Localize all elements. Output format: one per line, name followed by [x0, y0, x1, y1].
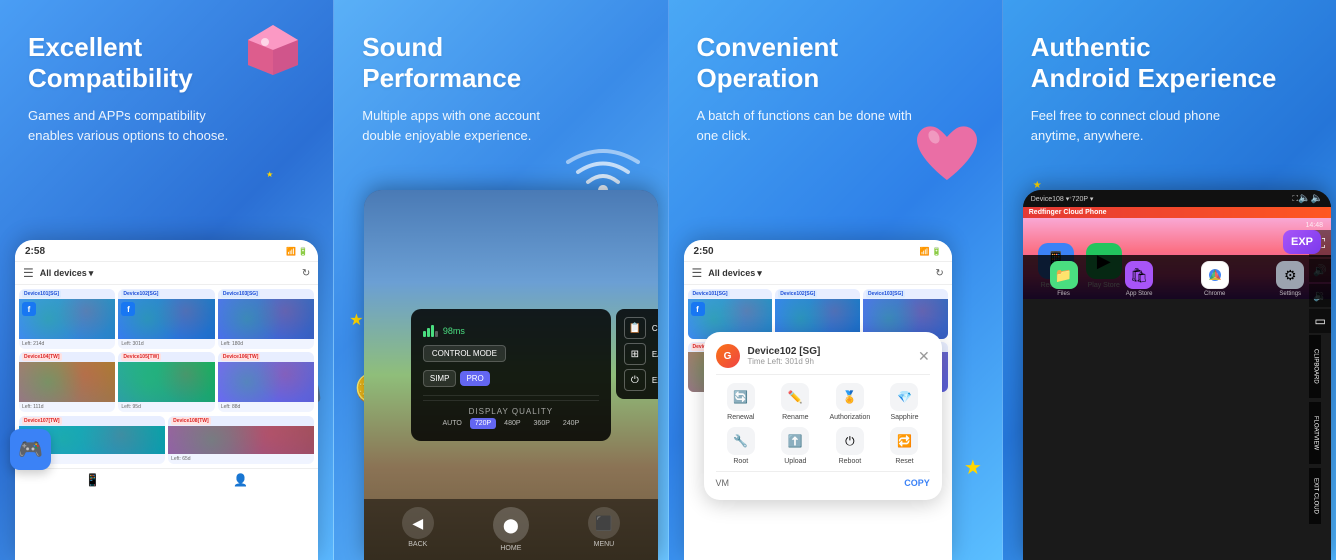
copy-button[interactable]: COPY — [904, 478, 930, 488]
phone-1-header: 2:58 📶🔋 — [15, 240, 318, 262]
ping-indicator: 98ms — [423, 325, 465, 337]
taskbar-apps: 📁 Files 🛍 App Store — [1027, 261, 1327, 297]
panel-2-title: Sound Performance — [362, 32, 639, 94]
phone-1-bottom-nav: 📱 👤 — [15, 468, 318, 491]
phone-1-status-icons: 📶🔋 — [286, 247, 308, 256]
star-p2-1: ★ — [349, 310, 363, 330]
cube-decoration — [243, 20, 303, 80]
popup-device-sub: Time Left: 301d 9h — [748, 357, 821, 366]
device-card-101sg[interactable]: Device101[SG] f Left: 214d — [19, 289, 115, 349]
android-top-bar: Device108 ▾ • 720P ▾ ⛶ 🔈 🔈 — [1023, 190, 1331, 207]
display-quality-label: DISPLAY QUALITY — [423, 405, 599, 418]
popup-footer: VM COPY — [716, 471, 930, 488]
back-nav[interactable]: ◀ BACK — [402, 507, 434, 552]
home-nav[interactable]: ⬤ HOME — [493, 507, 529, 552]
device-toolbar-3: ☰ All devices ▾ ↻ — [684, 262, 952, 285]
pro-btn[interactable]: PRO — [460, 371, 489, 386]
quality-360p[interactable]: 360P — [529, 418, 555, 429]
taskbar-appstore[interactable]: 🛍 App Store — [1102, 261, 1176, 297]
quality-720p[interactable]: 720P — [470, 418, 496, 429]
vm-label: VM — [716, 478, 730, 488]
action-sapphire[interactable]: 💎 Sapphire — [879, 383, 930, 421]
side-square[interactable]: ▭ — [1309, 309, 1331, 333]
redfinger-bar: Redfinger Cloud Phone — [1023, 207, 1331, 218]
clipboard-item[interactable]: 📋 CLIPBOARD — [624, 317, 658, 339]
device-card-104tw[interactable]: Device104[TW] Left: 111d — [19, 352, 115, 412]
popup-close-btn[interactable]: ✕ — [918, 348, 930, 365]
action-upload[interactable]: ⬆️ Upload — [770, 427, 821, 465]
action-authorization[interactable]: 🏅 Authorization — [825, 383, 876, 421]
refresh-icon-3[interactable]: ↻ — [935, 268, 943, 279]
menu-nav[interactable]: ⬛ MENU — [588, 507, 620, 552]
phone-1-time: 2:58 — [25, 246, 45, 257]
exitcloud-side-btn[interactable]: EXIT CLOUD — [1309, 468, 1321, 524]
control-mode-btn[interactable]: CONTROL MODE — [423, 345, 506, 362]
nav-controls: ◀ BACK ⬤ HOME ⬛ MENU — [364, 499, 657, 560]
action-root[interactable]: 🔧 Root — [716, 427, 767, 465]
panel-compatibility: ★ ★ ★ 🎮 Excellent Compatibility Games an… — [0, 0, 333, 560]
device-name-label[interactable]: Device108 ▾ — [1031, 195, 1070, 203]
floating-card-icon: 🎮 — [10, 429, 51, 470]
panel-4-subtitle: Feel free to connect cloud phone anytime… — [1031, 106, 1251, 145]
phone-3-header: 2:50 📶🔋 — [684, 240, 952, 262]
popup-header: G Device102 [SG] Time Left: 301d 9h ✕ — [716, 344, 930, 375]
star-decoration-3: ★ — [266, 170, 273, 179]
phone-3-status-icons: 📶🔋 — [920, 247, 942, 256]
phone-3-time: 2:50 — [694, 246, 714, 257]
quality-auto[interactable]: AUTO — [437, 418, 466, 429]
panel-1-subtitle: Games and APPs compatibility enables var… — [28, 106, 248, 145]
popup-actions-row1: 🔄 Renewal ✏️ Rename 🏅 Authorization 💎 Sa… — [716, 383, 930, 421]
phone-mockup-1: 2:58 📶🔋 ☰ All devices ▾ ↻ Device101[SG] … — [15, 240, 318, 560]
action-renewal[interactable]: 🔄 Renewal — [716, 383, 767, 421]
device-card-105tw[interactable]: Device105[TW] Left: 95d — [118, 352, 214, 412]
android-time: 14:48 — [1305, 222, 1323, 229]
device-grid-1: Device101[SG] f Left: 214d Device102[SG]… — [15, 285, 318, 416]
android-taskbar: 📁 Files 🛍 App Store — [1023, 255, 1331, 299]
device-toolbar-1: ☰ All devices ▾ ↻ — [15, 262, 318, 285]
device-popup-card: G Device102 [SG] Time Left: 301d 9h ✕ 🔄 … — [704, 332, 942, 500]
taskbar-chrome[interactable]: Chrome — [1178, 261, 1252, 297]
device-selector-3[interactable]: All devices ▾ — [708, 268, 762, 279]
panel-3-title: Convenient Operation — [697, 32, 974, 94]
android-status-bar: 14:48 — [1023, 218, 1331, 233]
action-rename[interactable]: ✏️ Rename — [770, 383, 821, 421]
taskbar-settings[interactable]: ⚙ Settings — [1253, 261, 1327, 297]
android-screen: 14:48 📱 Redfinger ▶ Play Store ⛶ 🔊 🔉 ▭ — [1023, 218, 1331, 299]
star-p3-1: ★ — [964, 455, 982, 480]
quality-480p[interactable]: 480P — [499, 418, 525, 429]
panel-3-subtitle: A batch of functions can be done with on… — [697, 106, 917, 145]
panel-4-title: Authentic Android Experience — [1031, 32, 1308, 94]
floatview-side-btn[interactable]: FLOATVIEW — [1309, 402, 1321, 464]
easy-switch-item[interactable]: ⊞ EASY SWITCH — [624, 343, 658, 365]
phone-mockup-3: 2:50 📶🔋 ☰ All devices ▾ ↻ Device101[SG] … — [684, 240, 952, 560]
resolution-label[interactable]: 720P ▾ — [1072, 195, 1094, 203]
taskbar-files[interactable]: 📁 Files — [1027, 261, 1101, 297]
action-reset[interactable]: 🔁 Reset — [879, 427, 930, 465]
game-screen: 98ms CONTROL MODE SIMP PRO 📋 CLIPBOARD — [364, 190, 657, 560]
panel-android: 📈 EXP ★ ★ Authentic Android Experience F… — [1002, 0, 1336, 560]
popup-actions-row2: 🔧 Root ⬆️ Upload ⏻ Reboot 🔁 Reset — [716, 427, 930, 465]
heart-decoration — [912, 120, 982, 190]
device-card-102sg[interactable]: Device102[SG] f Left: 301d — [118, 289, 214, 349]
action-reboot[interactable]: ⏻ Reboot — [825, 427, 876, 465]
panel-sound: ★ ★ 🪙 Sound Performance Multiple apps wi… — [333, 0, 667, 560]
device-card-103sg[interactable]: Device103[SG] Left: 180d — [218, 289, 314, 349]
panel-2-subtitle: Multiple apps with one account double en… — [362, 106, 582, 145]
popup-avatar: G — [716, 344, 740, 368]
refresh-icon-1[interactable]: ↻ — [302, 268, 310, 279]
quality-options: AUTO 720P 480P 360P 240P — [423, 418, 599, 429]
simp-btn[interactable]: SIMP — [423, 370, 457, 387]
exit-cloud-item[interactable]: ⏻ EXIT CLOUD — [624, 369, 658, 391]
exp-badge: EXP — [1283, 230, 1321, 254]
device-card-106tw[interactable]: Device106[TW] Left: 88d — [218, 352, 314, 412]
device-card-108tw[interactable]: Device108[TW] Left: 65d — [168, 416, 314, 464]
clipboard-side-btn[interactable]: CLIPBOARD — [1309, 335, 1321, 398]
panel-operation: ★ ★ Convenient Operation A batch of func… — [668, 0, 1002, 560]
game-overlay-menu: 98ms CONTROL MODE SIMP PRO 📋 CLIPBOARD — [411, 309, 611, 441]
device-selector-1[interactable]: All devices ▾ — [40, 268, 94, 279]
popup-device-name: Device102 [SG] — [748, 346, 821, 357]
quality-240p[interactable]: 240P — [558, 418, 584, 429]
game-phone-mockup: 98ms CONTROL MODE SIMP PRO 📋 CLIPBOARD — [364, 190, 657, 560]
